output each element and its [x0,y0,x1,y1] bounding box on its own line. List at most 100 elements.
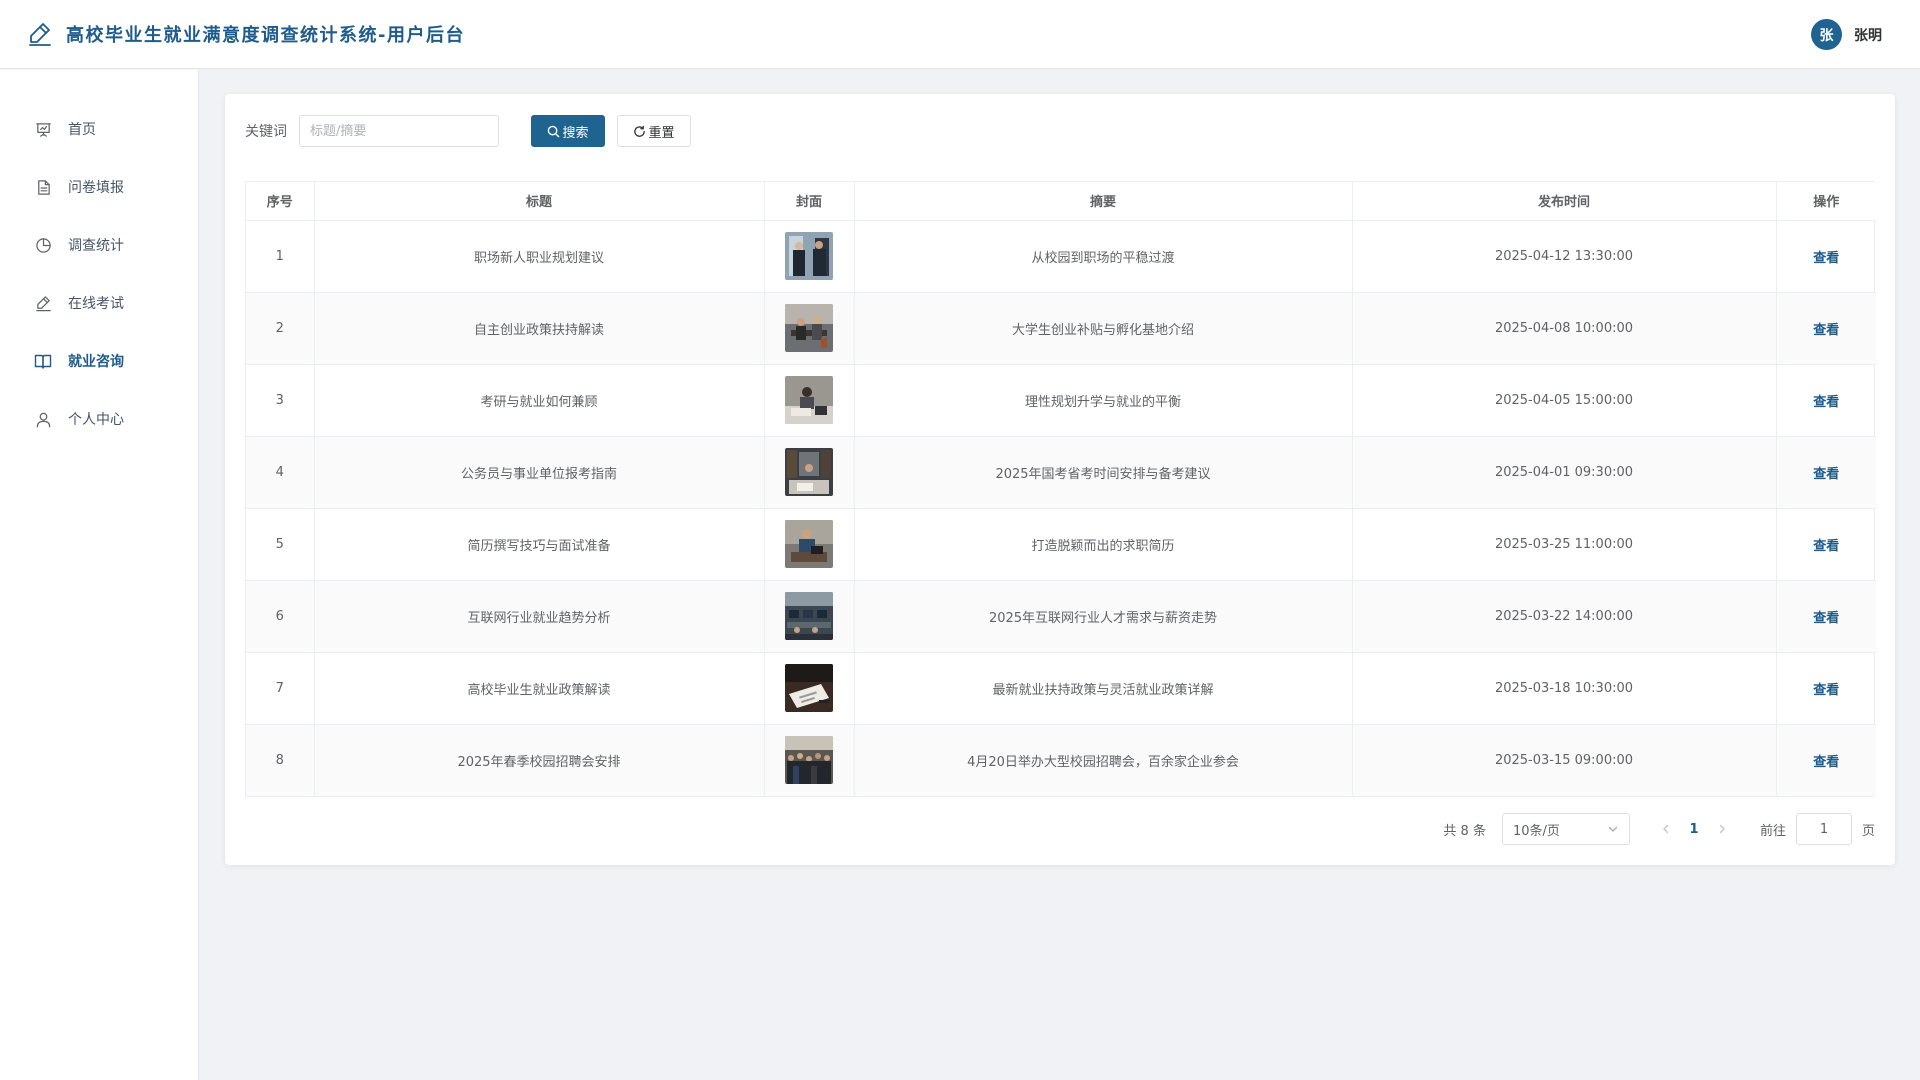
table-row: 4 公务员与事业单位报考指南 2025年国考省考时间安排与备考建议 2025-0… [246,436,1876,509]
table-row: 1 职场新人职业规划建议 从校园到职场的平稳过渡 2025-04-12 13:3… [246,220,1876,293]
sidebar-item-consulting[interactable]: 就业咨询 [0,332,198,390]
sidebar-item-label: 首页 [68,122,96,138]
column-header-cover: 封面 [764,182,855,221]
row-index: 7 [246,652,315,725]
top-header: 高校毕业生就业满意度调查统计系统-用户后台 张 张明 [0,0,1920,69]
view-link[interactable]: 查看 [1813,251,1839,266]
row-title: 高校毕业生就业政策解读 [314,652,765,725]
view-link[interactable]: 查看 [1813,683,1839,698]
row-title: 简历撰写技巧与面试准备 [314,508,765,581]
book-icon [34,352,52,370]
page-size-select[interactable]: 10条/页 [1501,813,1630,845]
row-index: 6 [246,580,315,653]
article-table: 序号 标题 封面 摘要 发布时间 操作 1 职场新人职业规划建议 从校园到职场的… [245,181,1876,797]
row-title: 考研与就业如何兼顾 [314,364,765,437]
row-title: 互联网行业就业趋势分析 [314,580,765,653]
row-time: 2025-03-15 09:00:00 [1352,724,1777,796]
row-title: 2025年春季校园招聘会安排 [314,724,765,796]
row-index: 4 [246,436,315,509]
table-row: 5 简历撰写技巧与面试准备 打造脱颖而出的求职简历 2025-03-25 11:… [246,508,1876,581]
sidebar: 首页 问卷填报 调查统计 在线考试 就业咨询 个人中心 [0,70,199,1080]
table-row: 6 互联网行业就业趋势分析 2025年互联网行业人才需求与薪资走势 2025-0… [246,580,1876,653]
row-title: 自主创业政策扶持解读 [314,292,765,365]
pie-chart-icon [34,236,52,254]
cover-image[interactable] [785,304,833,352]
user-menu[interactable]: 张 张明 [1811,19,1882,50]
row-index: 1 [246,220,315,293]
row-time: 2025-04-01 09:30:00 [1352,436,1777,509]
goto-label: 前往 [1759,823,1786,839]
row-summary: 4月20日举办大型校园招聘会，百余家企业参会 [854,724,1353,796]
pagination: 共 8 条 10条/页 1 前往 页 [1443,813,1875,845]
next-page-button[interactable] [1710,815,1734,843]
sidebar-item-exam[interactable]: 在线考试 [0,274,198,332]
presentation-icon [34,120,52,138]
cover-image[interactable] [785,520,833,568]
sidebar-item-label: 调查统计 [68,238,124,254]
refresh-icon [634,125,646,137]
cover-image[interactable] [785,376,833,424]
prev-page-button[interactable] [1654,815,1678,843]
sidebar-item-home[interactable]: 首页 [0,100,198,158]
sidebar-item-statistics[interactable]: 调查统计 [0,216,198,274]
cover-image[interactable] [785,232,833,280]
row-title: 职场新人职业规划建议 [314,220,765,293]
view-link[interactable]: 查看 [1813,611,1839,626]
user-name[interactable]: 张明 [1854,25,1882,45]
cover-image[interactable] [785,448,833,496]
page-number-1[interactable]: 1 [1678,822,1710,837]
row-time: 2025-04-08 10:00:00 [1352,292,1777,365]
page-suffix: 页 [1861,823,1875,839]
content-card: 关键词 搜索 重置 序号 标题 封面 摘要 发布时间 操作 [225,94,1895,865]
column-header-time: 发布时间 [1352,182,1777,221]
sidebar-item-label: 问卷填报 [68,180,124,196]
total-count: 共 8 条 [1443,823,1486,839]
chevron-left-icon [1663,824,1669,834]
document-icon [34,178,52,196]
view-link[interactable]: 查看 [1813,539,1839,554]
row-summary: 打造脱颖而出的求职简历 [854,508,1353,581]
row-time: 2025-03-22 14:00:00 [1352,580,1777,653]
reset-button[interactable]: 重置 [617,115,691,147]
app-title: 高校毕业生就业满意度调查统计系统-用户后台 [66,25,465,46]
row-index: 8 [246,724,315,796]
view-link[interactable]: 查看 [1813,467,1839,482]
pen-icon [34,294,52,312]
user-icon [34,410,52,428]
column-header-summary: 摘要 [854,182,1353,221]
avatar[interactable]: 张 [1811,19,1842,50]
column-header-title: 标题 [314,182,765,221]
row-time: 2025-03-25 11:00:00 [1352,508,1777,581]
view-link[interactable]: 查看 [1813,395,1839,410]
goto-page-input[interactable] [1795,813,1852,845]
row-title: 公务员与事业单位报考指南 [314,436,765,509]
table-row: 3 考研与就业如何兼顾 理性规划升学与就业的平衡 2025-04-05 15:0… [246,364,1876,437]
reset-button-label: 重置 [648,125,675,141]
cover-image[interactable] [785,736,833,785]
cover-image[interactable] [785,592,833,640]
row-index: 5 [246,508,315,581]
keyword-input[interactable] [299,115,499,147]
sidebar-item-questionnaire[interactable]: 问卷填报 [0,158,198,216]
chevron-right-icon [1719,824,1725,834]
table-row: 8 2025年春季校园招聘会安排 4月20日举办大型校园招聘会，百余家企业参会 … [246,724,1876,796]
view-link[interactable]: 查看 [1813,323,1839,338]
row-index: 3 [246,364,315,437]
sidebar-item-label: 个人中心 [68,412,124,428]
row-summary: 大学生创业补贴与孵化基地介绍 [854,292,1353,365]
row-summary: 2025年互联网行业人才需求与薪资走势 [854,580,1353,653]
table-header-row: 序号 标题 封面 摘要 发布时间 操作 [246,182,1876,221]
column-header-action: 操作 [1776,182,1876,221]
row-index: 2 [246,292,315,365]
row-summary: 2025年国考省考时间安排与备考建议 [854,436,1353,509]
pen-logo-icon [26,20,54,48]
page-size-value: 10条/页 [1512,823,1560,839]
search-button[interactable]: 搜索 [531,115,605,147]
search-icon [548,125,560,137]
sidebar-item-profile[interactable]: 个人中心 [0,390,198,448]
search-bar: 关键词 搜索 重置 [245,115,691,147]
view-link[interactable]: 查看 [1813,755,1839,770]
cover-image[interactable] [785,664,833,712]
table-row: 7 高校毕业生就业政策解读 最新就业扶持政策与灵活就业政策详解 2025-03-… [246,652,1876,725]
row-summary: 从校园到职场的平稳过渡 [854,220,1353,293]
